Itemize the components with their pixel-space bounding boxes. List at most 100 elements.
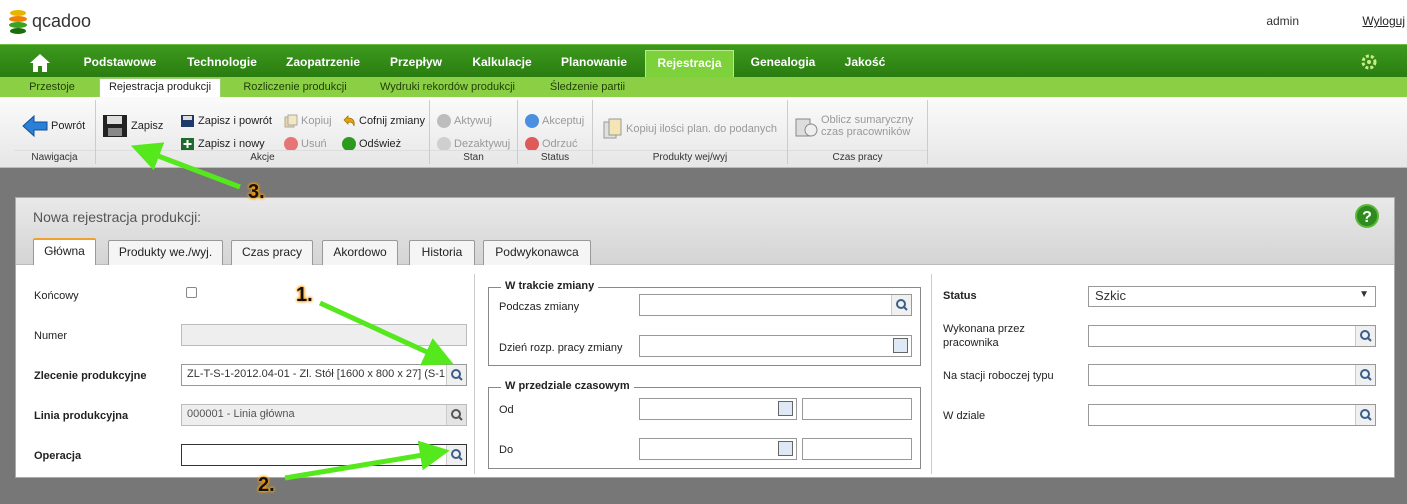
save-and-new-button[interactable]: Zapisz i nowy — [180, 137, 265, 151]
done-by-label-line2: pracownika — [943, 337, 999, 349]
save-and-back-button[interactable]: Zapisz i powrót — [180, 114, 272, 128]
to-calendar-icon[interactable] — [778, 441, 793, 456]
back-label: Powrót — [51, 120, 86, 132]
shift-day-label: Dzień rozp. pracy zmiany — [499, 342, 623, 354]
save-new-label: Zapisz i nowy — [198, 138, 265, 150]
nav-przeplyw[interactable]: Przepływ — [376, 51, 456, 76]
logout-link[interactable]: Wyloguj — [1362, 14, 1405, 28]
page-title: Nowa rejestracja produkcji: — [33, 209, 202, 225]
app-logo[interactable]: qcadoo — [8, 6, 91, 36]
group-status: Akceptuj Odrzuć Status — [518, 100, 593, 164]
done-by-search-icon[interactable] — [1355, 326, 1375, 346]
operation-field[interactable] — [181, 444, 467, 466]
group-label-akcje: Akcje — [96, 150, 429, 163]
column-divider — [474, 274, 475, 474]
status-select[interactable]: Szkic ▼ — [1088, 286, 1376, 307]
shift-day-field[interactable] — [639, 335, 912, 357]
tab-produkty[interactable]: Produkty we./wyj. — [108, 240, 223, 265]
during-shift-search-icon[interactable] — [891, 295, 911, 315]
status-value: Szkic — [1095, 288, 1127, 303]
subnav-rejestracja-produkcji[interactable]: Rejestracja produkcji — [99, 78, 221, 97]
copy-quantities-button[interactable]: Kopiuj ilości plan. do podanych — [603, 118, 777, 140]
operation-search-icon[interactable] — [446, 445, 466, 465]
nav-jakosc[interactable]: Jakość — [832, 51, 898, 76]
order-search-icon[interactable] — [446, 365, 466, 385]
number-field[interactable] — [181, 324, 467, 346]
help-icon[interactable]: ? — [1355, 204, 1379, 228]
back-button[interactable]: Powrót — [22, 114, 85, 138]
activate-icon — [437, 114, 451, 128]
nav-planowanie[interactable]: Planowanie — [548, 51, 640, 76]
deactivate-icon — [437, 137, 451, 151]
reject-button[interactable]: Odrzuć — [525, 137, 577, 151]
subnav-rozliczenie-produkcji[interactable]: Rozliczenie produkcji — [236, 79, 354, 97]
group-czas-pracy: Oblicz sumaryczny czas pracowników Czas … — [788, 100, 928, 164]
final-checkbox[interactable] — [186, 287, 197, 298]
settings-gear-icon[interactable] — [1360, 53, 1378, 74]
nav-podstawowe[interactable]: Podstawowe — [70, 51, 170, 76]
from-date-field[interactable] — [639, 398, 797, 420]
nav-technologie[interactable]: Technologie — [174, 51, 270, 76]
accept-icon — [525, 114, 539, 128]
home-button[interactable] — [20, 51, 60, 76]
undo-changes-button[interactable]: Cofnij zmiany — [342, 114, 425, 128]
division-search-icon[interactable] — [1355, 405, 1375, 425]
during-shift-field[interactable] — [639, 294, 912, 316]
line-field[interactable]: 000001 - Linia główna — [181, 404, 467, 426]
order-value: ZL-T-S-1-2012.04-01 - Zl. Stół [1600 x 8… — [187, 368, 446, 380]
calendar-icon[interactable] — [893, 338, 908, 353]
tab-akordowo[interactable]: Akordowo — [322, 240, 398, 265]
operation-label: Operacja — [34, 450, 82, 462]
calculate-worktime-button[interactable]: Oblicz sumaryczny czas pracowników — [794, 114, 913, 138]
nav-kalkulacje[interactable]: Kalkulacje — [460, 51, 544, 76]
division-field[interactable] — [1088, 404, 1376, 426]
save-button[interactable]: Zapisz — [102, 114, 163, 138]
reject-icon — [525, 137, 539, 151]
to-date-field[interactable] — [639, 438, 797, 460]
interval-fieldset: W przedziale czasowym Od Do — [488, 380, 921, 469]
line-search-icon[interactable] — [446, 405, 466, 425]
tab-czas-pracy[interactable]: Czas pracy — [231, 240, 313, 265]
done-by-field[interactable] — [1088, 325, 1376, 347]
accept-button[interactable]: Akceptuj — [525, 114, 584, 128]
back-arrow-icon — [22, 114, 48, 138]
reject-label: Odrzuć — [542, 138, 578, 150]
nav-rejestracja[interactable]: Rejestracja — [645, 50, 734, 78]
done-by-label: Wykonana przez pracownika — [943, 322, 1025, 350]
tab-glowna[interactable]: Główna — [33, 238, 96, 265]
group-label-status: Status — [518, 150, 592, 163]
division-label: W dziale — [943, 410, 986, 422]
subnav-przestoje[interactable]: Przestoje — [18, 79, 86, 97]
annotation-number-3: 3. — [248, 181, 265, 203]
order-field[interactable]: ZL-T-S-1-2012.04-01 - Zl. Stół [1600 x 8… — [181, 364, 467, 386]
activate-button[interactable]: Aktywuj — [437, 114, 492, 128]
copy-button[interactable]: Kopiuj — [284, 114, 332, 128]
deactivate-button[interactable]: Dezaktywuj — [437, 137, 510, 151]
nav-zaopatrzenie[interactable]: Zaopatrzenie — [274, 51, 372, 76]
subnav-wydruki[interactable]: Wydruki rekordów produkcji — [370, 79, 525, 97]
save-label: Zapisz — [131, 120, 164, 132]
subnav-sledzenie-partii[interactable]: Śledzenie partii — [540, 79, 635, 97]
delete-icon — [284, 137, 298, 151]
refresh-button[interactable]: Odśwież — [342, 137, 401, 151]
delete-button[interactable]: Usuń — [284, 137, 327, 151]
nav-genealogia[interactable]: Genealogia — [740, 51, 826, 76]
from-calendar-icon[interactable] — [778, 401, 793, 416]
workstation-search-icon[interactable] — [1355, 365, 1375, 385]
save-back-label: Zapisz i powrót — [198, 115, 272, 127]
refresh-label: Odśwież — [359, 138, 402, 150]
order-label: Zlecenie produkcyjne — [34, 370, 147, 382]
delete-label: Usuń — [301, 138, 327, 150]
main-navigation: Podstawowe Technologie Zaopatrzenie Prze… — [0, 44, 1407, 78]
shift-legend: W trakcie zmiany — [501, 280, 599, 292]
refresh-icon — [342, 137, 356, 151]
done-by-label-line1: Wykonana przez — [943, 323, 1025, 335]
from-time-field[interactable] — [802, 398, 912, 420]
tab-historia[interactable]: Historia — [409, 240, 475, 265]
group-stan: Aktywuj Dezaktywuj Stan — [430, 100, 518, 164]
annotation-number-1: 1. — [296, 284, 313, 306]
tab-podwykonawca[interactable]: Podwykonawca — [483, 240, 591, 265]
workstation-field[interactable] — [1088, 364, 1376, 386]
to-time-field[interactable] — [802, 438, 912, 460]
save-new-icon — [181, 138, 194, 150]
